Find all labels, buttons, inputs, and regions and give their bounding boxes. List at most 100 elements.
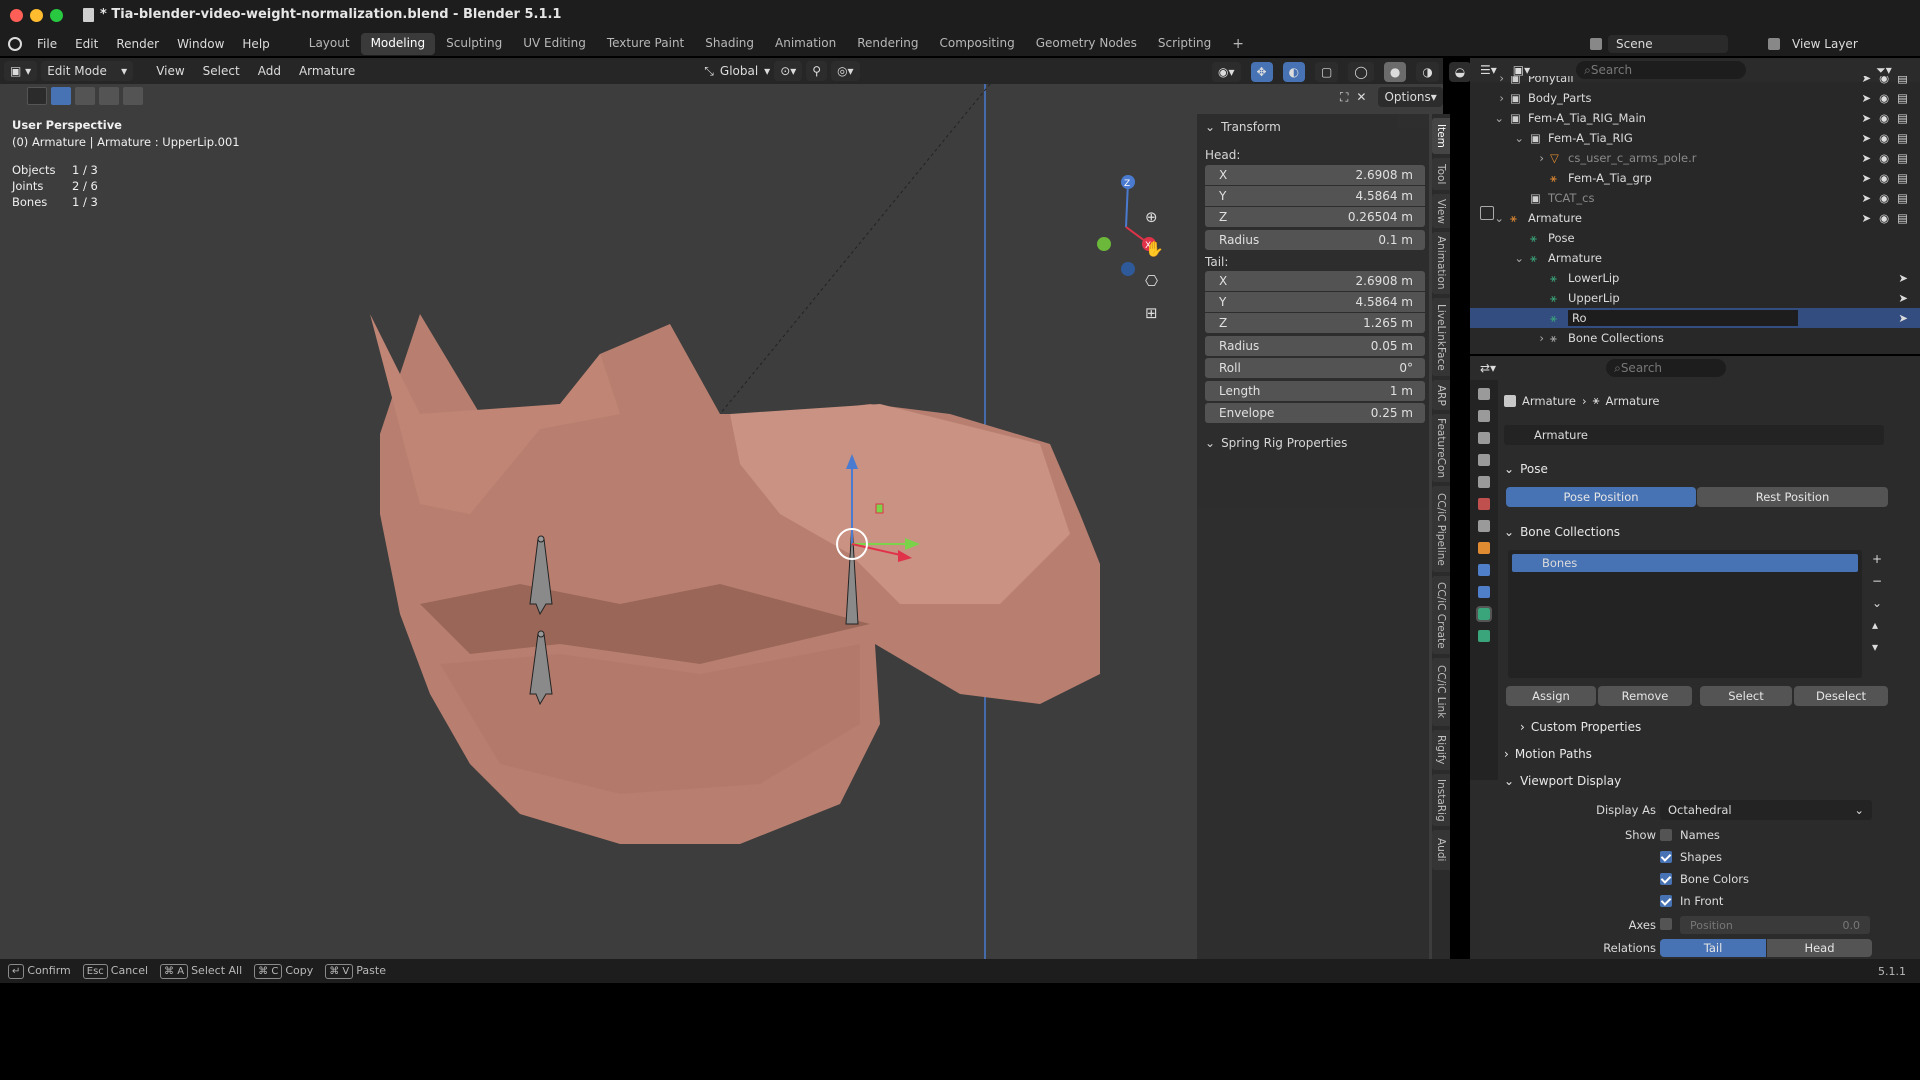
- tail-y-field[interactable]: Y 4.5864 m: [1205, 292, 1425, 312]
- menu-icon[interactable]: ⌄: [1872, 596, 1882, 610]
- outliner-row[interactable]: ▣ TCAT_cs ➤ ◉ ▤: [1470, 188, 1920, 208]
- bone-collections-panel-header[interactable]: ⌄ Bone Collections: [1504, 521, 1904, 543]
- camera-icon[interactable]: ▤: [1897, 211, 1908, 225]
- tab-livelinkface[interactable]: LiveLinkFace: [1432, 298, 1450, 376]
- expand-toggle-icon[interactable]: ⌄: [1470, 211, 1510, 225]
- pose-panel-header[interactable]: ⌄ Pose: [1504, 458, 1904, 480]
- ruler-icon[interactable]: ⛶: [1340, 90, 1348, 105]
- camera-icon[interactable]: ▤: [1897, 191, 1908, 205]
- scene-tab-icon[interactable]: [1478, 476, 1490, 488]
- overlay-icon[interactable]: ◐: [1282, 62, 1306, 82]
- select-arrow-icon[interactable]: ➤: [1861, 151, 1871, 165]
- bone-lowerlip-head[interactable]: [537, 630, 545, 638]
- grid-view-icon[interactable]: ⊞: [1145, 304, 1164, 322]
- eye-icon[interactable]: ◉: [1879, 76, 1889, 85]
- head-z-field[interactable]: Z 0.26504 m: [1205, 207, 1425, 227]
- add-icon[interactable]: +: [1872, 552, 1882, 566]
- outliner-row[interactable]: ⌄ ▣ Fem-A_Tia_RIG_Main ➤ ◉ ▤: [1470, 108, 1920, 128]
- tab-shading[interactable]: Shading: [695, 33, 764, 55]
- select-button[interactable]: Select: [1700, 686, 1792, 706]
- viewport-display-header[interactable]: ⌄ Viewport Display: [1504, 770, 1904, 792]
- display-mode-icon[interactable]: ▣▾: [1513, 63, 1530, 77]
- tab-arp[interactable]: ARP: [1432, 380, 1450, 410]
- outliner-row[interactable]: ⚹ UpperLip ➤: [1470, 288, 1920, 308]
- menu-add[interactable]: Add: [249, 64, 290, 78]
- select-extend-icon[interactable]: [75, 87, 95, 105]
- select-arrow-icon[interactable]: ➤: [1861, 191, 1871, 205]
- outliner-row[interactable]: ⌄ ⚹ Armature: [1470, 248, 1920, 268]
- camera-icon[interactable]: ▤: [1897, 76, 1908, 85]
- menu-select[interactable]: Select: [194, 64, 249, 78]
- scene-icon[interactable]: [1590, 38, 1602, 50]
- checkbox[interactable]: [1660, 873, 1672, 885]
- tab-scripting[interactable]: Scripting: [1148, 33, 1221, 55]
- proportional-edit-icon[interactable]: ◎▾: [831, 61, 860, 81]
- bone-upperlip-head[interactable]: [537, 535, 545, 543]
- checkbox[interactable]: [1660, 895, 1672, 907]
- tab-layout[interactable]: Layout: [299, 33, 360, 55]
- scene-selector[interactable]: Scene: [1608, 35, 1728, 53]
- xray-icon[interactable]: ▢: [1315, 62, 1339, 82]
- outliner-row[interactable]: › ▣ Body_Parts ➤ ◉ ▤: [1470, 88, 1920, 108]
- remove-button[interactable]: Remove: [1598, 686, 1692, 706]
- expand-toggle-icon[interactable]: ⌄: [1470, 131, 1530, 145]
- select-subtract-icon[interactable]: [99, 87, 119, 105]
- minimize-window-button[interactable]: [30, 9, 43, 22]
- tail-radius-field[interactable]: Radius 0.05 m: [1205, 336, 1425, 356]
- camera-icon[interactable]: ⎔: [1145, 272, 1164, 290]
- select-arrow-icon[interactable]: ➤: [1861, 111, 1871, 125]
- camera-icon[interactable]: ▤: [1897, 171, 1908, 185]
- expand-toggle-icon[interactable]: ⌄: [1470, 251, 1530, 265]
- select-arrow-icon[interactable]: ➤: [1861, 211, 1871, 225]
- world-tab-icon[interactable]: [1478, 498, 1490, 510]
- tab-sculpting[interactable]: Sculpting: [436, 33, 512, 55]
- tab-rigify[interactable]: Rigify: [1432, 730, 1450, 770]
- menu-file[interactable]: File: [28, 37, 66, 51]
- motion-paths-header[interactable]: › Motion Paths: [1504, 743, 1904, 765]
- menu-armature[interactable]: Armature: [290, 64, 364, 78]
- tail-z-field[interactable]: Z 1.265 m: [1205, 313, 1425, 333]
- expand-toggle-icon[interactable]: ⌄: [1470, 111, 1510, 125]
- close-window-button[interactable]: [10, 9, 23, 22]
- checkbox[interactable]: [1660, 851, 1672, 863]
- view-layer-tab-icon[interactable]: [1478, 454, 1490, 466]
- tab-modeling[interactable]: Modeling: [360, 33, 436, 55]
- select-arrow-icon[interactable]: ➤: [1898, 291, 1908, 305]
- armature-data-tab-icon[interactable]: [1476, 606, 1492, 622]
- gizmo-plane-handle[interactable]: [875, 503, 884, 514]
- tab-featurecon[interactable]: FeatureCon: [1432, 414, 1450, 482]
- tail-x-field[interactable]: X 2.6908 m: [1205, 271, 1425, 291]
- tab-tool[interactable]: Tool: [1432, 158, 1450, 190]
- outliner-row[interactable]: › ▣ Ponytail ➤ ◉ ▤: [1470, 76, 1920, 88]
- camera-icon[interactable]: ▤: [1897, 91, 1908, 105]
- zoom-icon[interactable]: ⊕: [1145, 208, 1164, 226]
- visibility-icon[interactable]: ◉▾: [1212, 62, 1241, 82]
- tab-geometry-nodes[interactable]: Geometry Nodes: [1026, 33, 1147, 55]
- eye-icon[interactable]: ◉: [1879, 151, 1889, 165]
- spring-rig-panel-header[interactable]: ⌄ Spring Rig Properties: [1205, 436, 1347, 450]
- rest-position-button[interactable]: Rest Position: [1697, 487, 1888, 507]
- show-shapes-checkbox[interactable]: Shapes: [1660, 850, 1722, 864]
- outliner-row[interactable]: › ⚹ Bone Collections: [1470, 328, 1920, 348]
- options-button[interactable]: Options ▾: [1378, 87, 1443, 107]
- material-shading-icon[interactable]: ◑: [1416, 62, 1439, 82]
- eye-icon[interactable]: ◉: [1879, 131, 1889, 145]
- nav-y-ball[interactable]: [1097, 237, 1111, 251]
- eye-icon[interactable]: ◉: [1879, 171, 1889, 185]
- head-x-field[interactable]: X 2.6908 m: [1205, 165, 1425, 185]
- relations-head-button[interactable]: Head: [1767, 939, 1872, 957]
- select-invert-icon[interactable]: [123, 87, 143, 105]
- camera-icon[interactable]: ▤: [1897, 131, 1908, 145]
- tab-cc-create[interactable]: CC/iC Create: [1432, 576, 1450, 654]
- remove-icon[interactable]: −: [1872, 574, 1882, 588]
- outliner-row[interactable]: ⌄ ▣ Fem-A_Tia_RIG ➤ ◉ ▤: [1470, 128, 1920, 148]
- output-tab-icon[interactable]: [1478, 432, 1490, 444]
- tab-rendering[interactable]: Rendering: [847, 33, 928, 55]
- tab-animation[interactable]: Animation: [765, 33, 846, 55]
- select-arrow-icon[interactable]: ➤: [1861, 131, 1871, 145]
- pan-hand-icon[interactable]: ✋: [1145, 240, 1164, 258]
- envelope-field[interactable]: Envelope 0.25 m: [1205, 403, 1425, 423]
- collection-tab-icon[interactable]: [1478, 520, 1490, 532]
- show-in-front-checkbox[interactable]: In Front: [1660, 894, 1723, 908]
- expand-toggle-icon[interactable]: ›: [1470, 151, 1550, 165]
